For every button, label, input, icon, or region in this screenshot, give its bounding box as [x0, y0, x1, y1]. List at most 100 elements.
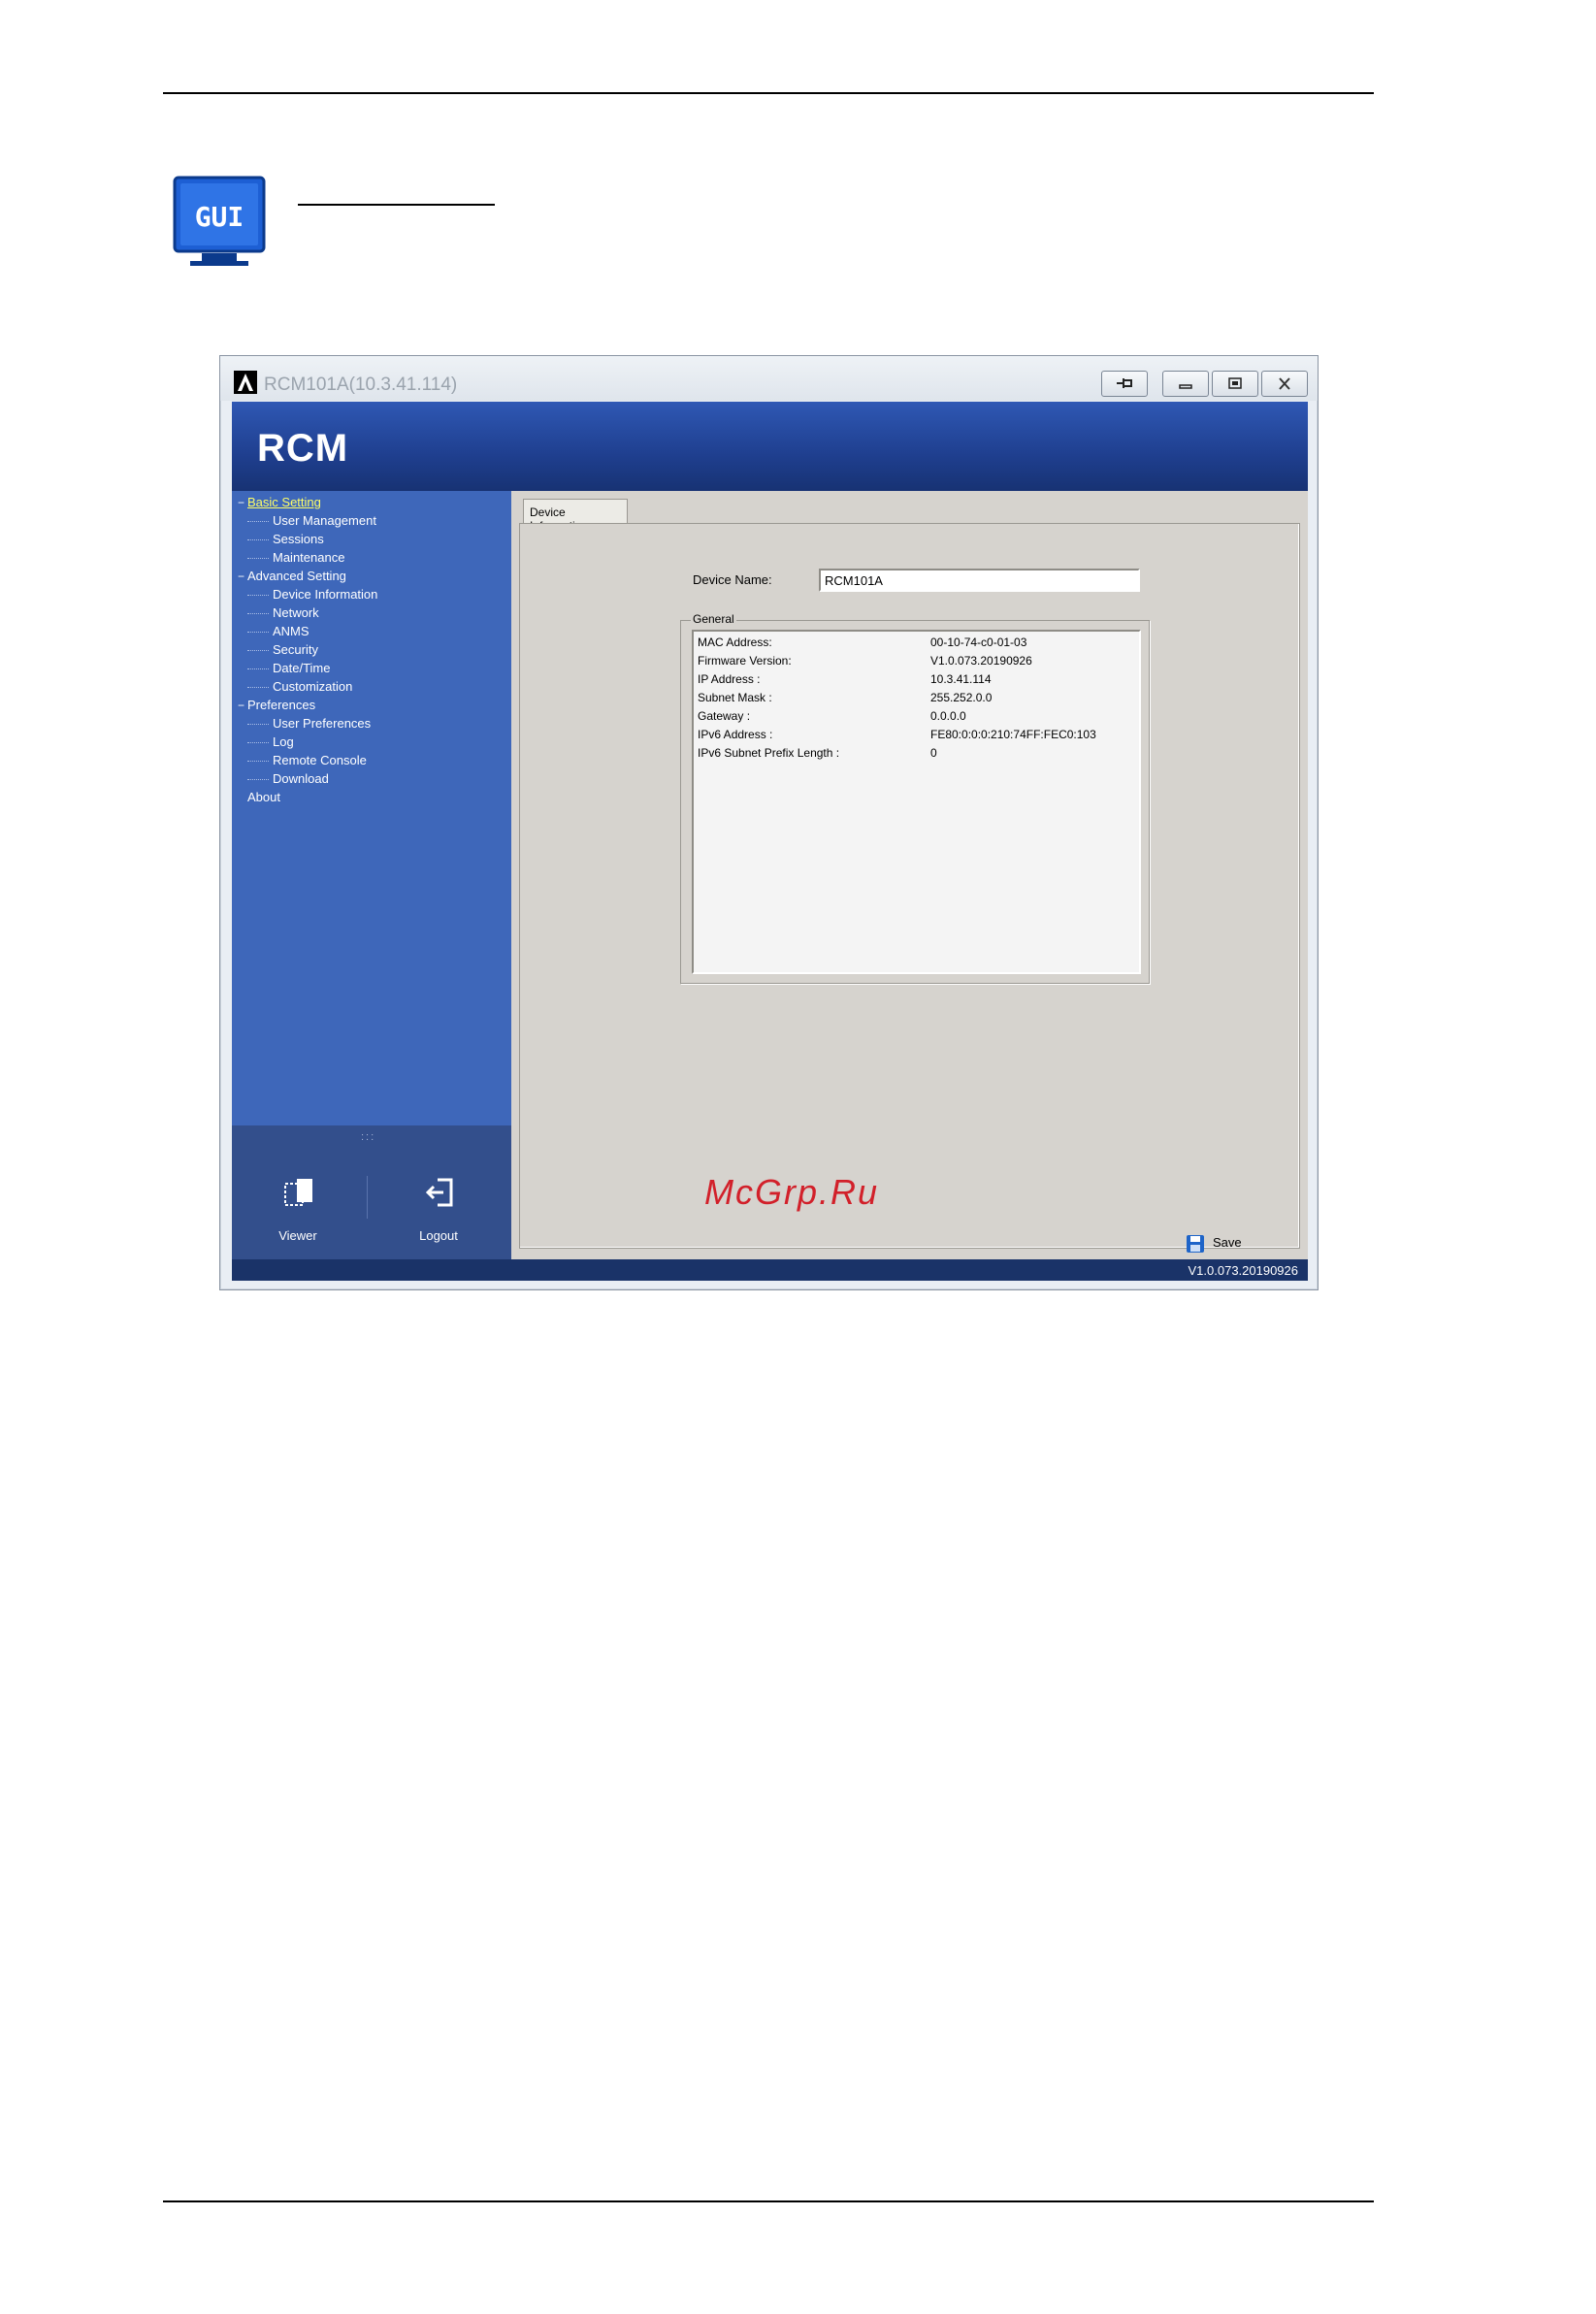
tree-branch-line: [247, 724, 269, 726]
sidebar-item-label: User Preferences: [273, 716, 372, 731]
nav-category-label: Basic Setting: [247, 495, 321, 509]
title-bar[interactable]: RCM101A(10.3.41.114): [220, 356, 1318, 401]
content-area: Device Information Device Name: General …: [511, 491, 1308, 1259]
nav-category[interactable]: About: [238, 790, 280, 807]
collapse-icon[interactable]: −: [238, 699, 247, 712]
sidebar-item-label: Date/Time: [273, 661, 331, 675]
sidebar-item[interactable]: Maintenance: [247, 550, 344, 568]
sidebar-item[interactable]: Remote Console: [247, 753, 367, 770]
tree-branch-line: [247, 687, 269, 689]
logout-label: Logout: [419, 1228, 458, 1243]
info-value: 0.0.0.0: [930, 709, 966, 723]
sidebar-item[interactable]: User Preferences: [247, 716, 371, 733]
save-button[interactable]: Save: [1186, 1232, 1273, 1255]
minimize-button[interactable]: [1162, 371, 1209, 397]
info-value: 00-10-74-c0-01-03: [930, 636, 1027, 649]
sidebar-item[interactable]: Network: [247, 605, 319, 623]
nav-category-label: Advanced Setting: [247, 569, 346, 583]
device-name-label: Device Name:: [693, 572, 772, 587]
sidebar-item-label: Sessions: [273, 532, 324, 546]
collapse-icon[interactable]: −: [238, 570, 247, 583]
maximize-button[interactable]: [1212, 371, 1258, 397]
gui-icon: GUI: [173, 176, 266, 266]
info-label: Gateway :: [698, 709, 751, 723]
nav-category[interactable]: − Preferences: [238, 698, 315, 715]
status-bar: V1.0.073.20190926: [232, 1259, 1308, 1281]
sidebar-item-label: Remote Console: [273, 753, 367, 767]
tree-branch-line: [247, 595, 269, 597]
sidebar-item-label: Customization: [273, 679, 353, 694]
logout-button[interactable]: Logout: [390, 1176, 487, 1248]
info-label: MAC Address:: [698, 636, 772, 649]
pin-button[interactable]: [1101, 371, 1148, 397]
version-text: V1.0.073.20190926: [1188, 1263, 1299, 1278]
tree-branch-line: [247, 761, 269, 763]
sidebar-item[interactable]: Log: [247, 734, 294, 752]
general-legend: General: [691, 612, 736, 626]
sidebar-item[interactable]: Date/Time: [247, 661, 330, 678]
tab-device-information[interactable]: Device Information: [523, 499, 628, 533]
minimize-icon: [1179, 384, 1192, 389]
sidebar-item-label: User Management: [273, 513, 376, 528]
info-label: Subnet Mask :: [698, 691, 772, 704]
brand-header: RCM: [232, 402, 1308, 491]
sidebar-item[interactable]: Download: [247, 771, 329, 789]
sidebar-item-label: Log: [273, 734, 294, 749]
heading-underline: [298, 204, 495, 206]
close-button[interactable]: [1261, 371, 1308, 397]
tree-branch-line: [247, 632, 269, 634]
pin-icon: [1117, 378, 1132, 388]
viewer-button[interactable]: Viewer: [249, 1176, 346, 1248]
tree-branch-line: [247, 650, 269, 652]
close-icon: [1279, 377, 1290, 390]
nav-category-label: Preferences: [247, 698, 316, 712]
general-group: General MAC Address: 00-10-74-c0-01-03 Fir…: [680, 612, 1150, 984]
tree-branch-line: [247, 613, 269, 615]
app-window: RCM101A(10.3.41.114) RCM − Basic Setting…: [219, 355, 1319, 1290]
tab-panel: Device Name: General MAC Address: 00-10-7…: [519, 523, 1300, 1253]
watermark-text: McGrp.Ru: [704, 1172, 880, 1212]
sidebar-item-label: Network: [273, 605, 319, 620]
info-label: Firmware Version:: [698, 654, 792, 668]
tree-branch-line: [247, 521, 269, 523]
top-rule: [163, 92, 1374, 94]
tree-branch-line: [247, 742, 269, 744]
footer-divider: [367, 1176, 368, 1219]
brand-name: RCM: [257, 427, 349, 470]
sidebar-item[interactable]: Device Information: [247, 587, 377, 604]
nav-category[interactable]: − Basic Setting: [238, 495, 321, 512]
device-name-input[interactable]: [819, 569, 1140, 592]
tree-branch-line: [247, 558, 269, 560]
save-icon: [1187, 1235, 1204, 1253]
tree-branch-line: [247, 779, 269, 781]
sidebar-item[interactable]: ANMS: [247, 624, 309, 641]
info-value: V1.0.073.20190926: [930, 654, 1032, 668]
logout-icon: [425, 1178, 453, 1207]
sidebar-item-label: Maintenance: [273, 550, 345, 565]
sidebar-item-label: Download: [273, 771, 329, 786]
collapse-icon[interactable]: −: [238, 496, 247, 509]
sidebar-item[interactable]: Customization: [247, 679, 352, 697]
info-value: 255.252.0.0: [930, 691, 993, 704]
app-logo-icon: [234, 371, 257, 394]
sidebar-footer: ::: Viewer Logout: [232, 1125, 511, 1259]
save-label: Save: [1213, 1235, 1242, 1250]
info-value: 0: [930, 746, 937, 760]
window-title: RCM101A(10.3.41.114): [264, 375, 458, 395]
info-label: IPv6 Subnet Prefix Length :: [698, 746, 840, 760]
nav-category-label: About: [247, 790, 280, 804]
sidebar-item-label: ANMS: [273, 624, 309, 638]
info-value: 10.3.41.114: [930, 672, 992, 686]
sidebar-item-label: Device Information: [273, 587, 378, 602]
viewer-icon: [284, 1179, 312, 1206]
nav-category[interactable]: − Advanced Setting: [238, 569, 346, 586]
device-info-list[interactable]: MAC Address: 00-10-74-c0-01-03 Firmware Ve…: [692, 630, 1141, 974]
sidebar-item[interactable]: Sessions: [247, 532, 324, 549]
sidebar: − Basic Setting User Management Sessions Mai…: [232, 491, 511, 1259]
sidebar-item[interactable]: Security: [247, 642, 318, 660]
sidebar-item[interactable]: User Management: [247, 513, 376, 531]
svg-text:GUI: GUI: [195, 201, 244, 233]
resize-grip[interactable]: :::: [361, 1131, 375, 1143]
info-label: IPv6 Address :: [698, 728, 773, 741]
info-label: IP Address :: [698, 672, 761, 686]
